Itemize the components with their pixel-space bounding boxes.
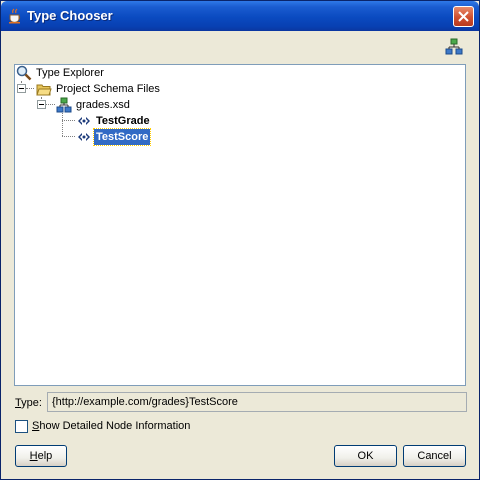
tree-node-label: TestScore bbox=[92, 128, 152, 146]
show-hierarchy-icon[interactable] bbox=[445, 38, 463, 56]
type-field[interactable]: {http://example.com/grades}TestScore bbox=[47, 392, 467, 412]
help-button-mnemonic: H bbox=[29, 450, 38, 462]
show-detailed-node-info-label[interactable]: Show Detailed Node Information bbox=[32, 420, 190, 432]
open-folder-icon bbox=[36, 81, 52, 102]
tree-node-label: Project Schema Files bbox=[56, 83, 160, 95]
type-chooser-dialog: Type Chooser Type Explorer Project Schem… bbox=[0, 0, 480, 480]
collapse-toggle[interactable] bbox=[37, 100, 46, 109]
checkbox-label-text: how Detailed Node Information bbox=[39, 420, 191, 432]
tree-node-grades-xsd[interactable]: grades.xsd bbox=[56, 97, 256, 113]
help-button-text: elp bbox=[37, 450, 53, 462]
tree-connector bbox=[62, 120, 75, 121]
show-detailed-node-info-checkbox[interactable] bbox=[15, 420, 28, 433]
type-label: Type: bbox=[15, 397, 42, 409]
magnifier-icon bbox=[16, 65, 32, 86]
tree-node-label: TestGrade bbox=[96, 115, 150, 127]
cancel-button[interactable]: Cancel bbox=[403, 445, 466, 467]
tree-node-type-explorer[interactable]: Type Explorer bbox=[16, 65, 216, 81]
tree-node-project-schema-files[interactable]: Project Schema Files bbox=[36, 81, 236, 97]
collapse-toggle[interactable] bbox=[17, 84, 26, 93]
tree-node-testscore[interactable]: TestScore bbox=[76, 128, 276, 146]
tree-connector bbox=[62, 136, 75, 137]
type-label-text: ype: bbox=[21, 397, 42, 409]
tree-node-label: grades.xsd bbox=[76, 99, 130, 111]
java-cup-icon bbox=[7, 8, 23, 24]
close-icon bbox=[458, 11, 469, 22]
complex-type-icon bbox=[76, 129, 92, 150]
close-button[interactable] bbox=[453, 6, 474, 27]
window-title: Type Chooser bbox=[27, 8, 113, 23]
type-explorer-tree[interactable]: Type Explorer Project Schema Files grade… bbox=[14, 64, 466, 386]
schema-icon bbox=[56, 97, 72, 118]
tree-connector bbox=[26, 88, 34, 89]
title-bar[interactable]: Type Chooser bbox=[1, 1, 479, 31]
tree-node-testgrade[interactable]: TestGrade bbox=[76, 113, 276, 129]
help-button[interactable]: Help bbox=[15, 445, 67, 467]
ok-button[interactable]: OK bbox=[334, 445, 397, 467]
tree-connector bbox=[46, 104, 55, 105]
tree-node-label: Type Explorer bbox=[36, 67, 104, 79]
